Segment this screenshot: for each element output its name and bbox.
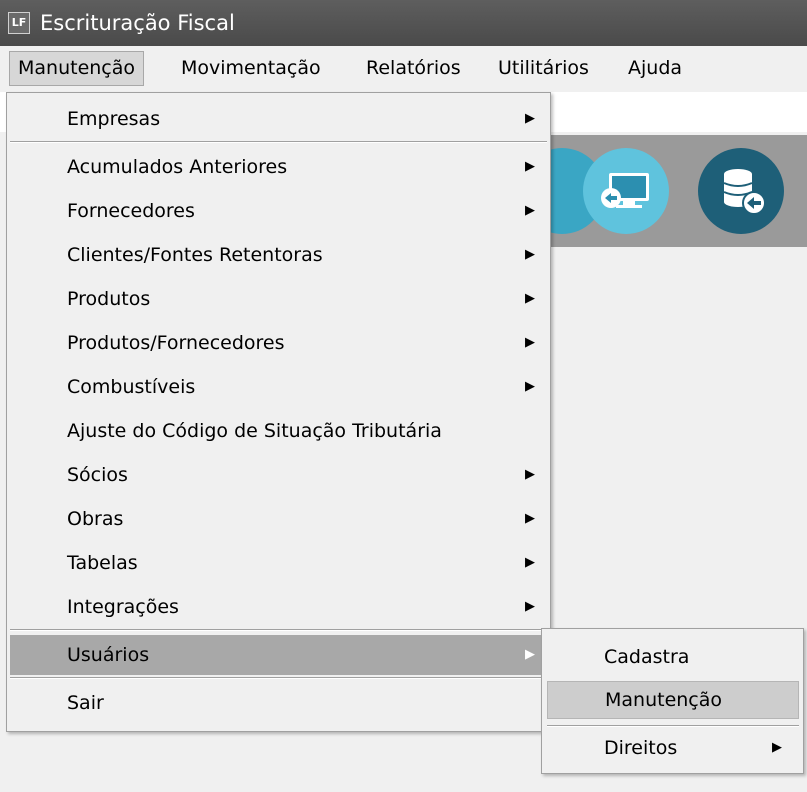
submenu-item-label: Direitos — [604, 737, 678, 759]
submenu-item-label: Manutenção — [605, 689, 723, 711]
monitor-login-button[interactable] — [583, 148, 669, 234]
menu-separator — [10, 677, 547, 679]
menu-item-usuarios[interactable]: Usuários ▶ — [10, 635, 547, 675]
menu-item-clientes-fontes-retentoras[interactable]: Clientes/Fontes Retentoras ▶ — [10, 235, 547, 275]
menu-item-acumulados-anteriores[interactable]: Acumulados Anteriores ▶ — [10, 147, 547, 187]
app-logo-icon: LF — [8, 12, 30, 34]
submenu-arrow-icon: ▶ — [525, 599, 535, 614]
submenu-arrow-icon: ▶ — [525, 647, 535, 662]
menu-bar: Manutenção Movimentação Relatórios Utili… — [0, 46, 807, 92]
menu-item-tabelas[interactable]: Tabelas ▶ — [10, 543, 547, 583]
submenu-arrow-icon: ▶ — [525, 111, 535, 126]
menu-item-obras[interactable]: Obras ▶ — [10, 499, 547, 539]
menu-item-label: Acumulados Anteriores — [67, 156, 288, 178]
menu-item-label: Usuários — [67, 644, 150, 666]
menu-item-integracoes[interactable]: Integrações ▶ — [10, 587, 547, 627]
menu-relatorios[interactable]: Relatórios — [358, 51, 469, 86]
menu-item-label: Empresas — [67, 108, 161, 130]
menu-item-label: Ajuste do Código de Situação Tributária — [67, 420, 442, 442]
submenu-item-manutencao[interactable]: Manutenção — [547, 681, 799, 719]
submenu-arrow-icon: ▶ — [525, 335, 535, 350]
database-return-button[interactable] — [698, 148, 784, 234]
submenu-arrow-icon: ▶ — [525, 555, 535, 570]
menu-item-label: Clientes/Fontes Retentoras — [67, 244, 323, 266]
menu-item-combustiveis[interactable]: Combustíveis ▶ — [10, 367, 547, 407]
menu-movimentacao[interactable]: Movimentação — [173, 51, 329, 86]
submenu-item-cadastra[interactable]: Cadastra — [547, 638, 799, 676]
submenu-arrow-icon: ▶ — [525, 379, 535, 394]
monitor-login-icon — [601, 173, 649, 208]
submenu-arrow-icon: ▶ — [525, 203, 535, 218]
menu-separator — [547, 725, 799, 727]
menu-item-sair[interactable]: Sair — [10, 683, 547, 723]
menu-item-produtos-fornecedores[interactable]: Produtos/Fornecedores ▶ — [10, 323, 547, 363]
menu-separator — [10, 141, 547, 143]
database-return-icon — [723, 169, 766, 215]
menu-item-label: Produtos — [67, 288, 151, 310]
submenu-arrow-icon: ▶ — [525, 467, 535, 482]
menu-item-label: Combustíveis — [67, 376, 196, 398]
menu-ajuda[interactable]: Ajuda — [620, 51, 690, 86]
menu-item-label: Integrações — [67, 596, 179, 618]
menu-utilitarios[interactable]: Utilitários — [490, 51, 597, 86]
submenu-arrow-icon: ▶ — [772, 740, 782, 755]
menu-item-label: Sócios — [67, 464, 128, 486]
menu-item-label: Produtos/Fornecedores — [67, 332, 285, 354]
submenu-arrow-icon: ▶ — [525, 247, 535, 262]
submenu-arrow-icon: ▶ — [525, 291, 535, 306]
menu-manutencao[interactable]: Manutenção — [9, 51, 145, 86]
menu-item-label: Obras — [67, 508, 124, 530]
menu-item-label: Tabelas — [67, 552, 138, 574]
menu-item-ajuste-cst[interactable]: Ajuste do Código de Situação Tributária — [10, 411, 547, 451]
menu-item-socios[interactable]: Sócios ▶ — [10, 455, 547, 495]
menu-item-produtos[interactable]: Produtos ▶ — [10, 279, 547, 319]
submenu-arrow-icon: ▶ — [525, 511, 535, 526]
menu-item-label: Fornecedores — [67, 200, 195, 222]
window-title: Escrituração Fiscal — [40, 11, 235, 35]
menu-item-fornecedores[interactable]: Fornecedores ▶ — [10, 191, 547, 231]
submenu-arrow-icon: ▶ — [525, 159, 535, 174]
manutencao-dropdown-menu: Empresas ▶ Acumulados Anteriores ▶ Forne… — [6, 92, 551, 732]
shortcut-icon-strip — [519, 135, 807, 247]
usuarios-submenu: Cadastra Manutenção Direitos ▶ — [541, 628, 804, 774]
menu-item-empresas[interactable]: Empresas ▶ — [10, 99, 547, 139]
menu-item-label: Sair — [67, 692, 104, 714]
submenu-item-direitos[interactable]: Direitos ▶ — [547, 729, 799, 767]
submenu-item-label: Cadastra — [604, 646, 690, 668]
title-bar: LF Escrituração Fiscal — [0, 0, 807, 46]
menu-separator — [10, 629, 547, 631]
